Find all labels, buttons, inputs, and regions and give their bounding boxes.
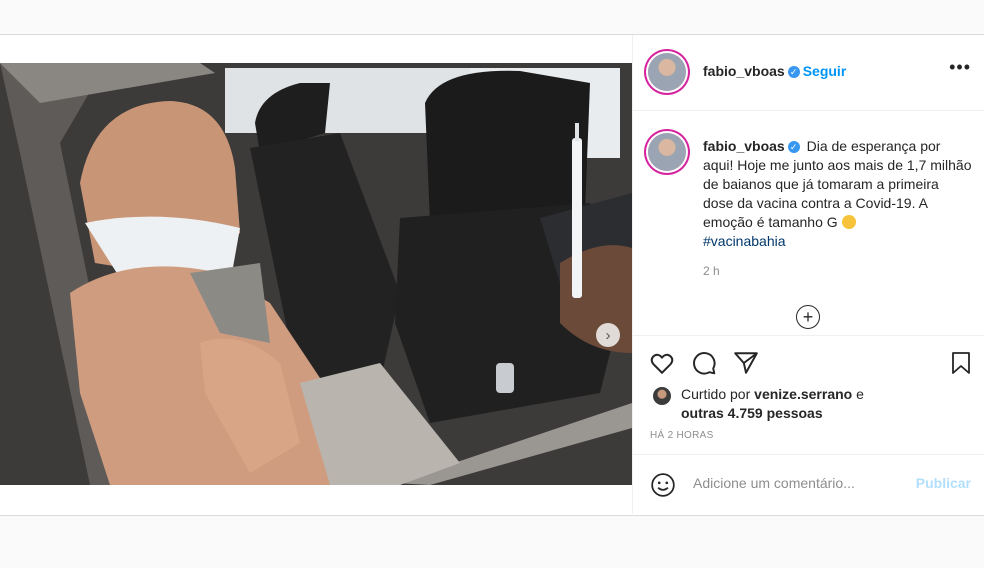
caption-avatar[interactable] — [648, 133, 686, 171]
comment-icon[interactable] — [691, 350, 717, 376]
comment-input[interactable]: Adicione um comentário... — [693, 475, 855, 491]
verified-badge-icon: ✓ — [787, 141, 800, 153]
post-header: fabio_vboas ✓ Seguir ••• — [633, 35, 984, 111]
send-icon[interactable] — [733, 350, 759, 376]
username[interactable]: fabio_vboas — [703, 63, 785, 79]
plus-circle-icon[interactable]: + — [796, 305, 820, 329]
post-side-panel: fabio_vboas ✓ Seguir ••• fabio_vboas ✓ Dia … — [632, 35, 984, 514]
bookmark-icon[interactable] — [949, 350, 973, 376]
top-bar — [0, 0, 984, 35]
more-options-icon[interactable]: ••• — [949, 57, 971, 78]
photo-illustration — [0, 63, 632, 485]
follow-button[interactable]: Seguir — [803, 63, 847, 79]
liked-by-and: e — [856, 386, 864, 402]
bottom-bar — [0, 515, 984, 568]
caption-username[interactable]: fabio_vboas — [703, 138, 785, 154]
chevron-right-icon: › — [605, 326, 611, 344]
liker-avatar[interactable] — [653, 387, 671, 405]
liker-username[interactable]: venize.serrano — [754, 386, 852, 402]
heart-icon[interactable] — [649, 350, 675, 376]
hashtag-link[interactable]: #vacinabahia — [703, 233, 786, 249]
publish-button[interactable]: Publicar — [916, 475, 971, 491]
emoji-clap-icon — [841, 215, 856, 229]
verified-badge-icon: ✓ — [787, 66, 800, 78]
emoji-icon[interactable] — [650, 472, 676, 498]
others-likes-link[interactable]: outras 4.759 pessoas — [681, 405, 823, 421]
avatar[interactable] — [648, 53, 686, 91]
header-user-line: fabio_vboas ✓ Seguir — [703, 63, 846, 79]
caption-timestamp: 2 h — [703, 264, 720, 278]
liked-by-prefix: Curtido por — [681, 386, 751, 402]
likes-summary: Curtido por venize.serrano e outras 4.75… — [681, 385, 971, 423]
next-slide-button[interactable]: › — [596, 323, 620, 347]
comment-bar: Adicione um comentário... Publicar — [633, 454, 984, 515]
post-photo[interactable]: › — [0, 63, 632, 485]
post-timestamp[interactable]: HÁ 2 HORAS — [650, 430, 714, 441]
post-caption: fabio_vboas ✓ Dia de esperança por aqui! … — [703, 137, 973, 251]
